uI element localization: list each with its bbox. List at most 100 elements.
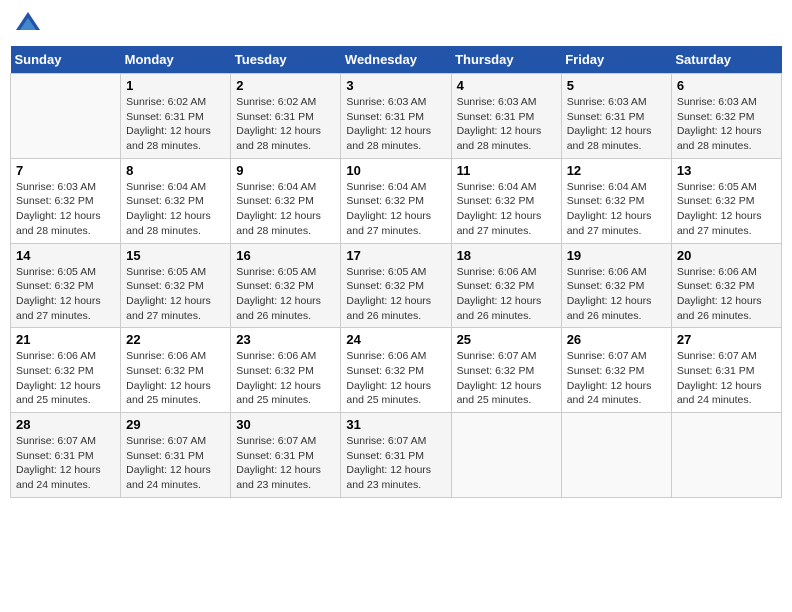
day-cell: 4 Sunrise: 6:03 AM Sunset: 6:31 PM Dayli… <box>451 74 561 159</box>
sunset: Sunset: 6:31 PM <box>346 111 424 123</box>
day-cell: 15 Sunrise: 6:05 AM Sunset: 6:32 PM Dayl… <box>121 243 231 328</box>
daylight: Daylight: 12 hours and 24 minutes. <box>677 380 762 407</box>
day-info: Sunrise: 6:03 AM Sunset: 6:32 PM Dayligh… <box>677 95 776 154</box>
day-number: 9 <box>236 163 335 178</box>
day-info: Sunrise: 6:07 AM Sunset: 6:31 PM Dayligh… <box>236 434 335 493</box>
day-info: Sunrise: 6:06 AM Sunset: 6:32 PM Dayligh… <box>677 265 776 324</box>
sunrise: Sunrise: 6:02 AM <box>126 96 206 108</box>
day-info: Sunrise: 6:02 AM Sunset: 6:31 PM Dayligh… <box>126 95 225 154</box>
daylight: Daylight: 12 hours and 25 minutes. <box>126 380 211 407</box>
daylight: Daylight: 12 hours and 25 minutes. <box>457 380 542 407</box>
sunset: Sunset: 6:32 PM <box>346 280 424 292</box>
sunset: Sunset: 6:31 PM <box>16 450 94 462</box>
day-number: 24 <box>346 332 445 347</box>
day-cell: 18 Sunrise: 6:06 AM Sunset: 6:32 PM Dayl… <box>451 243 561 328</box>
day-number: 29 <box>126 417 225 432</box>
sunset: Sunset: 6:32 PM <box>457 195 535 207</box>
day-cell: 28 Sunrise: 6:07 AM Sunset: 6:31 PM Dayl… <box>11 413 121 498</box>
sunrise: Sunrise: 6:04 AM <box>567 181 647 193</box>
day-cell: 8 Sunrise: 6:04 AM Sunset: 6:32 PM Dayli… <box>121 158 231 243</box>
daylight: Daylight: 12 hours and 24 minutes. <box>567 380 652 407</box>
day-cell: 21 Sunrise: 6:06 AM Sunset: 6:32 PM Dayl… <box>11 328 121 413</box>
sunset: Sunset: 6:32 PM <box>16 365 94 377</box>
day-cell: 3 Sunrise: 6:03 AM Sunset: 6:31 PM Dayli… <box>341 74 451 159</box>
day-cell: 17 Sunrise: 6:05 AM Sunset: 6:32 PM Dayl… <box>341 243 451 328</box>
day-info: Sunrise: 6:06 AM Sunset: 6:32 PM Dayligh… <box>346 349 445 408</box>
day-number: 13 <box>677 163 776 178</box>
calendar-table: SundayMondayTuesdayWednesdayThursdayFrid… <box>10 46 782 498</box>
sunset: Sunset: 6:31 PM <box>346 450 424 462</box>
sunset: Sunset: 6:31 PM <box>677 365 755 377</box>
day-number: 19 <box>567 248 666 263</box>
day-cell: 10 Sunrise: 6:04 AM Sunset: 6:32 PM Dayl… <box>341 158 451 243</box>
day-number: 6 <box>677 78 776 93</box>
header-sunday: Sunday <box>11 46 121 74</box>
sunrise: Sunrise: 6:07 AM <box>126 435 206 447</box>
sunrise: Sunrise: 6:06 AM <box>126 350 206 362</box>
daylight: Daylight: 12 hours and 24 minutes. <box>126 464 211 491</box>
day-info: Sunrise: 6:07 AM Sunset: 6:31 PM Dayligh… <box>16 434 115 493</box>
sunset: Sunset: 6:32 PM <box>567 195 645 207</box>
week-row-3: 21 Sunrise: 6:06 AM Sunset: 6:32 PM Dayl… <box>11 328 782 413</box>
daylight: Daylight: 12 hours and 27 minutes. <box>346 210 431 237</box>
sunrise: Sunrise: 6:07 AM <box>236 435 316 447</box>
sunset: Sunset: 6:32 PM <box>567 280 645 292</box>
day-info: Sunrise: 6:05 AM Sunset: 6:32 PM Dayligh… <box>346 265 445 324</box>
week-row-2: 14 Sunrise: 6:05 AM Sunset: 6:32 PM Dayl… <box>11 243 782 328</box>
sunset: Sunset: 6:32 PM <box>126 280 204 292</box>
sunrise: Sunrise: 6:05 AM <box>236 266 316 278</box>
sunrise: Sunrise: 6:06 AM <box>16 350 96 362</box>
day-info: Sunrise: 6:05 AM Sunset: 6:32 PM Dayligh… <box>677 180 776 239</box>
daylight: Daylight: 12 hours and 28 minutes. <box>677 125 762 152</box>
day-cell: 26 Sunrise: 6:07 AM Sunset: 6:32 PM Dayl… <box>561 328 671 413</box>
sunrise: Sunrise: 6:05 AM <box>346 266 426 278</box>
header-wednesday: Wednesday <box>341 46 451 74</box>
day-cell: 5 Sunrise: 6:03 AM Sunset: 6:31 PM Dayli… <box>561 74 671 159</box>
day-info: Sunrise: 6:07 AM Sunset: 6:32 PM Dayligh… <box>567 349 666 408</box>
header-saturday: Saturday <box>671 46 781 74</box>
day-info: Sunrise: 6:06 AM Sunset: 6:32 PM Dayligh… <box>567 265 666 324</box>
day-cell: 6 Sunrise: 6:03 AM Sunset: 6:32 PM Dayli… <box>671 74 781 159</box>
sunset: Sunset: 6:32 PM <box>567 365 645 377</box>
day-info: Sunrise: 6:02 AM Sunset: 6:31 PM Dayligh… <box>236 95 335 154</box>
day-number: 1 <box>126 78 225 93</box>
day-info: Sunrise: 6:04 AM Sunset: 6:32 PM Dayligh… <box>236 180 335 239</box>
sunset: Sunset: 6:31 PM <box>236 111 314 123</box>
day-number: 4 <box>457 78 556 93</box>
sunset: Sunset: 6:32 PM <box>16 280 94 292</box>
day-number: 8 <box>126 163 225 178</box>
sunrise: Sunrise: 6:04 AM <box>236 181 316 193</box>
day-number: 25 <box>457 332 556 347</box>
day-info: Sunrise: 6:03 AM Sunset: 6:32 PM Dayligh… <box>16 180 115 239</box>
day-info: Sunrise: 6:06 AM Sunset: 6:32 PM Dayligh… <box>126 349 225 408</box>
day-cell: 2 Sunrise: 6:02 AM Sunset: 6:31 PM Dayli… <box>231 74 341 159</box>
sunrise: Sunrise: 6:07 AM <box>346 435 426 447</box>
daylight: Daylight: 12 hours and 26 minutes. <box>567 295 652 322</box>
sunset: Sunset: 6:31 PM <box>126 450 204 462</box>
sunrise: Sunrise: 6:05 AM <box>16 266 96 278</box>
sunrise: Sunrise: 6:07 AM <box>16 435 96 447</box>
daylight: Daylight: 12 hours and 26 minutes. <box>236 295 321 322</box>
sunset: Sunset: 6:31 PM <box>236 450 314 462</box>
day-info: Sunrise: 6:04 AM Sunset: 6:32 PM Dayligh… <box>567 180 666 239</box>
day-cell: 19 Sunrise: 6:06 AM Sunset: 6:32 PM Dayl… <box>561 243 671 328</box>
daylight: Daylight: 12 hours and 28 minutes. <box>16 210 101 237</box>
day-info: Sunrise: 6:05 AM Sunset: 6:32 PM Dayligh… <box>236 265 335 324</box>
sunrise: Sunrise: 6:07 AM <box>457 350 537 362</box>
sunrise: Sunrise: 6:02 AM <box>236 96 316 108</box>
daylight: Daylight: 12 hours and 24 minutes. <box>16 464 101 491</box>
daylight: Daylight: 12 hours and 28 minutes. <box>567 125 652 152</box>
sunset: Sunset: 6:32 PM <box>126 195 204 207</box>
day-cell: 27 Sunrise: 6:07 AM Sunset: 6:31 PM Dayl… <box>671 328 781 413</box>
sunrise: Sunrise: 6:06 AM <box>567 266 647 278</box>
day-cell: 7 Sunrise: 6:03 AM Sunset: 6:32 PM Dayli… <box>11 158 121 243</box>
daylight: Daylight: 12 hours and 23 minutes. <box>236 464 321 491</box>
sunset: Sunset: 6:31 PM <box>567 111 645 123</box>
header-monday: Monday <box>121 46 231 74</box>
day-info: Sunrise: 6:06 AM Sunset: 6:32 PM Dayligh… <box>16 349 115 408</box>
week-row-4: 28 Sunrise: 6:07 AM Sunset: 6:31 PM Dayl… <box>11 413 782 498</box>
day-cell: 16 Sunrise: 6:05 AM Sunset: 6:32 PM Dayl… <box>231 243 341 328</box>
sunrise: Sunrise: 6:03 AM <box>16 181 96 193</box>
day-number: 10 <box>346 163 445 178</box>
day-cell: 20 Sunrise: 6:06 AM Sunset: 6:32 PM Dayl… <box>671 243 781 328</box>
